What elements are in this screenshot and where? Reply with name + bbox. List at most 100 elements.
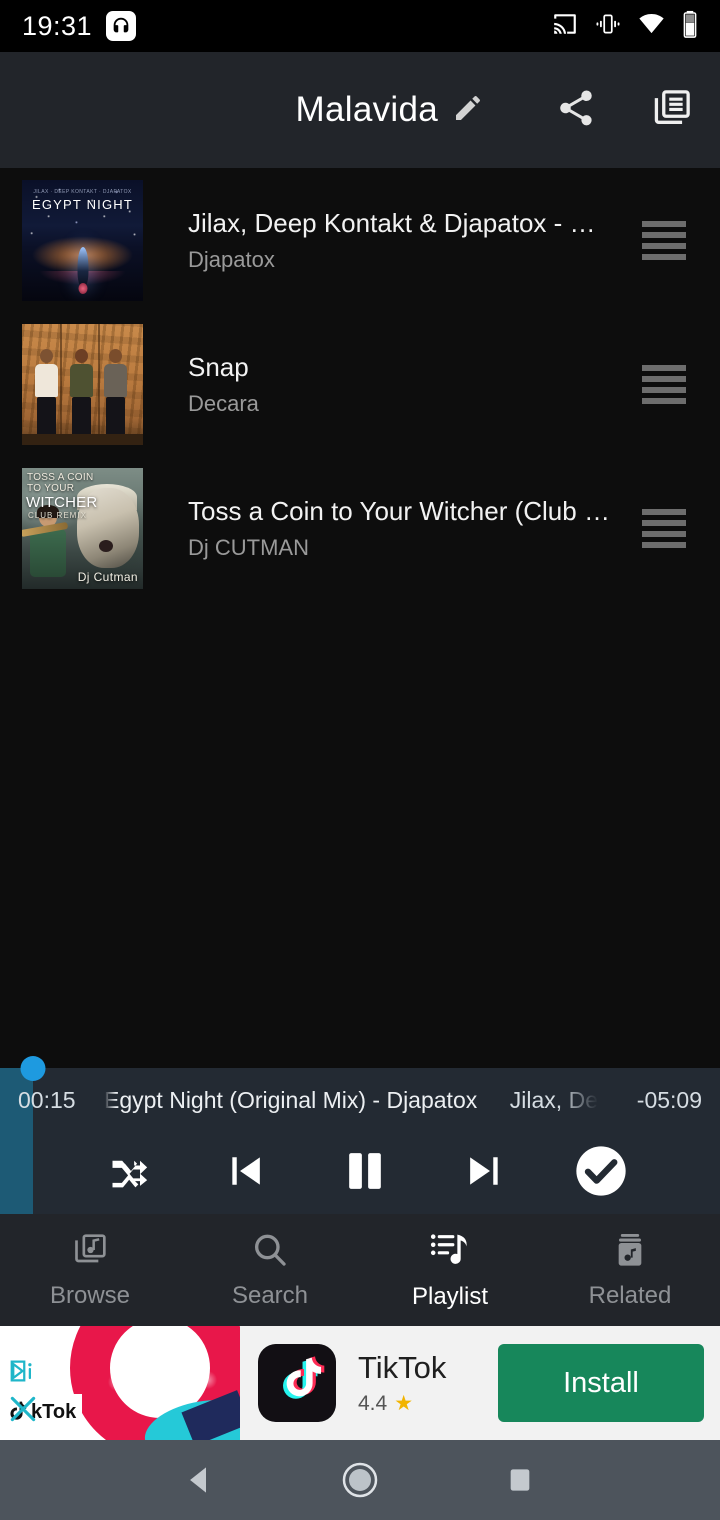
track-text: Jilax, Deep Kontakt & Djapatox - Egypt N…: [143, 207, 620, 273]
ad-rating-value: 4.4: [358, 1391, 388, 1415]
shuffle-icon: [107, 1149, 151, 1198]
nav-label-playlist: Playlist: [411, 1283, 489, 1310]
page-title: Malavida: [295, 90, 438, 129]
player-controls: [0, 1132, 720, 1214]
android-navigation-bar: [0, 1440, 720, 1520]
bottom-navigation: Browse Search Playlist Related: [0, 1214, 720, 1326]
nav-label-search: Search: [231, 1282, 309, 1309]
album-art: JILAX · DEEP KONTAKT · DJAPATOX EGYPT NI…: [22, 179, 143, 301]
ad-app-name: TikTok: [358, 1350, 447, 1385]
ad-creative-image[interactable]: kTok: [0, 1326, 240, 1440]
headphones-icon: [106, 11, 137, 41]
nav-item-related[interactable]: Related: [540, 1214, 720, 1326]
share-icon: [555, 87, 597, 134]
recents-square-icon: [510, 1469, 530, 1491]
share-button[interactable]: [528, 62, 624, 158]
art-credits: JILAX · DEEP KONTAKT · DJAPATOX: [33, 188, 132, 195]
related-icon: [610, 1230, 650, 1275]
now-playing-bar: 00:15 Egypt Night (Original Mix) - Djapa…: [0, 1056, 720, 1214]
album-art: [22, 323, 143, 445]
remaining-time: -05:09: [636, 1086, 702, 1113]
now-playing-track: Egypt Night (Original Mix) - Djapatox: [104, 1086, 478, 1113]
playlist-title-group[interactable]: Malavida: [296, 90, 484, 130]
track-text: Snap Decara: [143, 351, 620, 417]
art-line-1: TOSS A COIN: [27, 471, 94, 483]
vibrate-icon: [595, 11, 621, 42]
previous-button[interactable]: [209, 1135, 285, 1211]
ad-meta: TikTok 4.4 ★: [358, 1350, 498, 1416]
install-button[interactable]: Install: [498, 1344, 704, 1422]
nav-item-browse[interactable]: Browse: [0, 1214, 180, 1326]
playlist-track-list: JILAX · DEEP KONTAKT · DJAPATOX EGYPT NI…: [0, 168, 720, 1050]
search-icon: [250, 1230, 290, 1275]
art-floor: [22, 433, 143, 445]
art-person: [35, 348, 58, 440]
shuffle-button[interactable]: [91, 1135, 167, 1211]
art-seam: [98, 323, 100, 445]
art-title: EGYPT NIGHT: [31, 196, 134, 212]
cast-icon: [552, 11, 578, 42]
skip-next-icon: [461, 1149, 505, 1198]
star-icon: ★: [394, 1392, 414, 1415]
art-seam: [60, 323, 62, 445]
adchoices-icon[interactable]: [6, 1356, 40, 1386]
confirm-button[interactable]: [563, 1135, 639, 1211]
art-line-5: Dj Cutman: [77, 569, 138, 584]
back-button[interactable]: [165, 1445, 235, 1515]
app-header: Malavida: [0, 52, 720, 168]
home-button[interactable]: [325, 1445, 395, 1515]
battery-icon: [682, 10, 698, 43]
art-person: [104, 348, 127, 440]
album-art: TOSS A COIN TO YOUR WITCHER CLUB REMIX D…: [22, 467, 143, 589]
table-row[interactable]: JILAX · DEEP KONTAKT · DJAPATOX EGYPT NI…: [0, 168, 720, 312]
nav-item-playlist[interactable]: Playlist: [360, 1214, 540, 1326]
ad-rating: 4.4 ★: [358, 1391, 498, 1416]
browse-icon: [70, 1230, 110, 1275]
status-time: 19:31: [22, 10, 93, 41]
status-bar-right: [552, 10, 698, 43]
pause-button[interactable]: [327, 1135, 403, 1211]
art-line-4: CLUB REMIX: [28, 510, 87, 520]
art-figure: [77, 247, 88, 288]
track-title: Jilax, Deep Kontakt & Djapatox - Egypt N…: [188, 208, 610, 239]
art-person: [70, 348, 93, 440]
playlist-icon: [429, 1229, 471, 1276]
elapsed-time: 00:15: [18, 1086, 76, 1113]
ad-banner[interactable]: kTok TikTok 4.4 ★ Install: [0, 1326, 720, 1440]
now-playing-info: 00:15 Egypt Night (Original Mix) - Djapa…: [0, 1068, 720, 1132]
table-row[interactable]: TOSS A COIN TO YOUR WITCHER CLUB REMIX D…: [0, 456, 720, 600]
drag-handle-icon[interactable]: [620, 220, 720, 260]
track-text: Toss a Coin to Your Witcher (Club Remix)…: [143, 495, 620, 561]
ad-app-icon[interactable]: [258, 1344, 336, 1422]
wifi-icon: [638, 10, 665, 42]
home-circle-icon: [342, 1462, 378, 1498]
nav-item-search[interactable]: Search: [180, 1214, 360, 1326]
nav-label-related: Related: [588, 1282, 672, 1309]
phone-screen: 19:31 Malavida JILAX · DEEP KONTAKT · DJ…: [0, 0, 720, 1520]
now-playing-artist: Jilax, De: [509, 1086, 598, 1113]
close-icon[interactable]: [6, 1392, 40, 1426]
track-artist: Decara: [188, 390, 259, 416]
art-line-2: TO YOUR: [27, 482, 75, 494]
next-button[interactable]: [445, 1135, 521, 1211]
track-title: Snap: [188, 352, 249, 383]
recents-button[interactable]: [485, 1445, 555, 1515]
status-bar: 19:31: [0, 0, 720, 52]
art-line-3: WITCHER: [26, 493, 98, 511]
skip-previous-icon: [225, 1149, 269, 1198]
pencil-icon[interactable]: [452, 92, 484, 129]
pause-icon: [340, 1146, 390, 1201]
back-triangle-icon: [190, 1467, 206, 1493]
status-bar-left: 19:31: [22, 10, 137, 42]
library-queue-icon: [650, 86, 694, 135]
art-mouth: [99, 539, 113, 552]
track-artist: Djapatox: [188, 246, 275, 272]
header-actions: [528, 62, 720, 158]
table-row[interactable]: Snap Decara: [0, 312, 720, 456]
queue-button[interactable]: [624, 62, 720, 158]
art-glow: [78, 282, 87, 294]
track-artist: Dj CUTMAN: [188, 534, 309, 560]
nav-label-browse: Browse: [49, 1282, 131, 1309]
drag-handle-icon[interactable]: [620, 364, 720, 404]
drag-handle-icon[interactable]: [620, 508, 720, 548]
